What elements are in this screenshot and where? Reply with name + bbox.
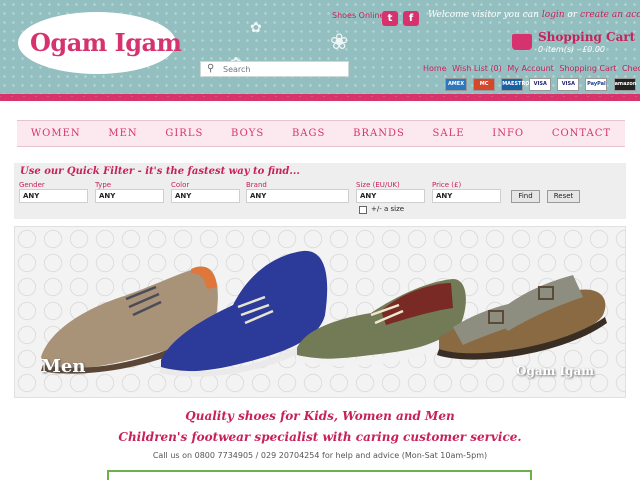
nav-boys[interactable]: BOYS <box>231 128 264 139</box>
or-text: or <box>567 10 578 20</box>
login-link[interactable]: login <box>542 10 565 20</box>
create-account-link[interactable]: create an account <box>580 10 640 20</box>
color-select[interactable]: ANY <box>171 189 240 203</box>
color-label: Color <box>171 181 190 189</box>
find-button[interactable]: Find <box>511 190 540 203</box>
nav-women[interactable]: WOMEN <box>31 128 81 139</box>
cart-title[interactable]: Shopping Cart <box>538 30 635 44</box>
search-box: ⚲ <box>200 61 349 77</box>
amazon-payments-icon: amazon <box>613 78 636 91</box>
mastercard-icon: MC <box>473 78 496 91</box>
bird-icon: ✧ <box>100 14 117 38</box>
cart-icon[interactable] <box>512 34 532 50</box>
wishlist-link[interactable]: Wish List (0) <box>452 64 502 73</box>
visa-electron-card-icon: VISA <box>557 78 580 91</box>
reset-button[interactable]: Reset <box>547 190 580 203</box>
sandal-image <box>437 275 607 360</box>
type-select[interactable]: ANY <box>95 189 164 203</box>
type-label: Type <box>95 181 112 189</box>
shoes-online-link[interactable]: Shoes Online <box>332 11 384 20</box>
gender-label: Gender <box>19 181 45 189</box>
tagline-primary: Quality shoes for Kids, Women and Men <box>185 409 455 423</box>
quick-filter: Use our Quick Filter - it's the fastest … <box>14 163 626 219</box>
site-header: Ogam Igam ✧ ✿ ❀ ✿ Shoes Online t f Welco… <box>0 0 640 100</box>
flower-icon: ❀ <box>330 30 349 55</box>
social-links: t f <box>382 8 420 27</box>
facebook-icon[interactable]: f <box>403 11 420 26</box>
price-select[interactable]: ANY <box>432 189 501 203</box>
brand-label: Brand <box>246 181 267 189</box>
checkout-link[interactable]: Checkout <box>622 64 640 73</box>
my-account-link[interactable]: My Account <box>507 64 553 73</box>
banner-logo: Ogam Igam <box>516 364 594 378</box>
nav-bags[interactable]: BAGS <box>292 128 325 139</box>
tagline-secondary: Children's footwear specialist with cari… <box>118 430 522 444</box>
brand-select[interactable]: ANY <box>246 189 349 203</box>
scallop-border <box>0 94 640 106</box>
nav-brands[interactable]: BRANDS <box>353 128 405 139</box>
main-navigation: WOMEN MEN GIRLS BOYS BAGS BRANDS SALE IN… <box>17 120 625 147</box>
nav-contact[interactable]: CONTACT <box>552 128 611 139</box>
maestro-card-icon: MAESTRO <box>501 78 530 91</box>
shopping-cart-link[interactable]: Shopping Cart <box>559 64 616 73</box>
twitter-icon[interactable]: t <box>382 11 398 26</box>
size-select[interactable]: ANY <box>356 189 425 203</box>
gender-select[interactable]: ANY <box>19 189 88 203</box>
hero-banner[interactable]: Men Ogam Igam <box>14 226 626 398</box>
nav-info[interactable]: INFO <box>492 128 524 139</box>
search-input[interactable] <box>223 63 343 75</box>
home-link[interactable]: Home <box>423 64 447 73</box>
amex-card-icon: AMEX <box>445 78 467 91</box>
welcome-message: Welcome visitor you can login or create … <box>428 10 640 20</box>
size-tolerance-label: +/- a size <box>371 205 405 213</box>
nav-men[interactable]: MEN <box>108 128 137 139</box>
content-box <box>107 470 532 480</box>
contact-phone-line: Call us on 0800 7734905 / 029 20704254 f… <box>152 451 488 460</box>
account-links: Home Wish List (0) My Account Shopping C… <box>423 64 640 73</box>
welcome-text: Welcome visitor you can <box>428 10 539 20</box>
flower-icon: ✿ <box>250 20 262 36</box>
paypal-icon: PayPal <box>585 78 608 91</box>
banner-category-label: Men <box>41 356 86 377</box>
size-label: Size (EU/UK) <box>356 181 400 189</box>
nav-sale[interactable]: SALE <box>433 128 465 139</box>
cart-summary: 0 item(s) - £0.00 <box>538 45 605 54</box>
size-tolerance-checkbox[interactable] <box>359 206 367 214</box>
visa-card-icon: VISA <box>529 78 552 91</box>
search-icon[interactable]: ⚲ <box>207 63 214 74</box>
price-label: Price (£) <box>432 181 462 189</box>
nav-girls[interactable]: GIRLS <box>165 128 203 139</box>
quick-filter-title: Use our Quick Filter - it's the fastest … <box>20 166 300 177</box>
